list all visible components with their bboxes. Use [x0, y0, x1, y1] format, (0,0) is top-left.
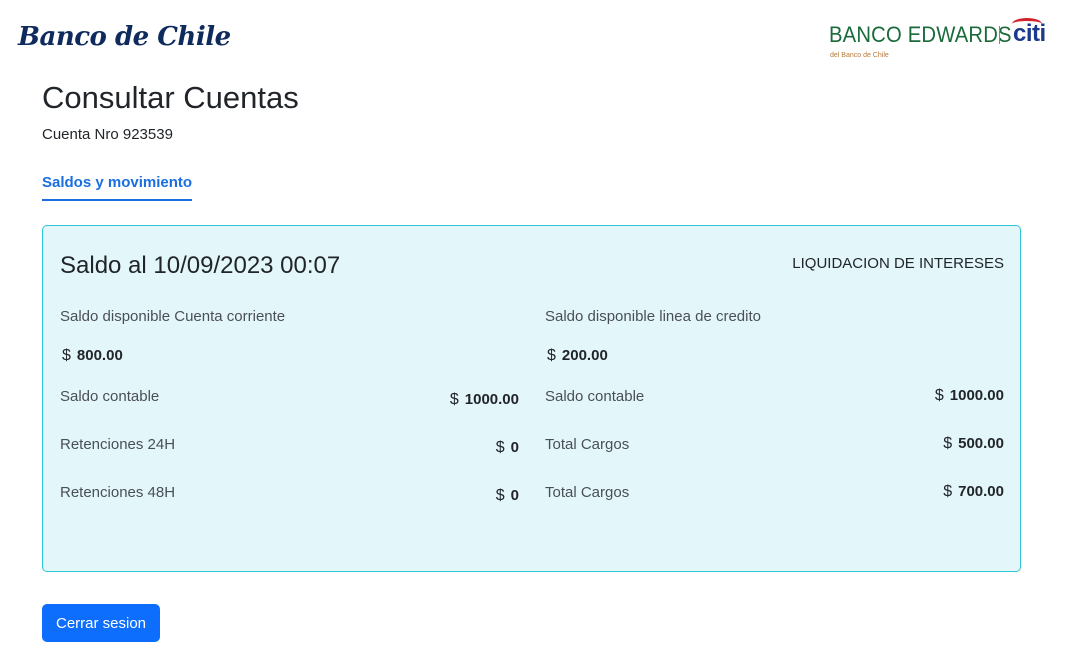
currency-symbol: $ [449, 391, 459, 408]
currency-symbol: $ [547, 347, 556, 364]
citi-wordmark: citi [1013, 20, 1046, 47]
amount-value: 700.00 [958, 483, 1004, 500]
amount-value: 0 [510, 487, 519, 504]
currency-symbol: $ [934, 387, 944, 404]
amount-value: 500.00 [958, 435, 1004, 452]
banco-edwards-citi-logo: BANCO EDWARDS citi del Banco de Chile [829, 18, 1051, 62]
balance-date-title: Saldo al 10/09/2023 00:07 [60, 252, 341, 279]
logo-subtitle: del Banco de Chile [830, 52, 889, 59]
available-credit-label: Saldo disponible linea de credito [545, 308, 761, 325]
right-row-label: Saldo contable [545, 388, 645, 405]
left-row-label: Saldo contable [60, 388, 160, 405]
amount-value: 1000.00 [464, 391, 519, 408]
left-row-amount: $1000.00 [450, 391, 519, 409]
account-number: Cuenta Nro 923539 [42, 126, 173, 143]
right-row-amount: $1000.00 [935, 387, 1004, 405]
available-credit-amount: $200.00 [547, 347, 608, 365]
amount-value: 0 [510, 439, 519, 456]
amount-value: 800.00 [76, 347, 123, 364]
left-row-amount: $0 [496, 487, 519, 505]
amount-value: 1000.00 [949, 387, 1004, 404]
tab-saldos-y-movimiento[interactable]: Saldos y movimiento [42, 174, 193, 201]
logout-button[interactable]: Cerrar sesion [42, 604, 160, 642]
amount-value: 200.00 [561, 347, 608, 364]
right-row-amount: $700.00 [943, 483, 1004, 501]
interest-liquidation-link[interactable]: LIQUIDACION DE INTERESES [792, 255, 1004, 272]
banco-edwards-wordmark: BANCO EDWARDS [829, 22, 1012, 47]
currency-symbol: $ [62, 347, 71, 364]
right-row-amount: $500.00 [943, 435, 1004, 453]
available-checking-label: Saldo disponible Cuenta corriente [60, 308, 286, 325]
currency-symbol: $ [943, 483, 953, 500]
page-title: Consultar Cuentas [42, 80, 299, 115]
left-row-label: Retenciones 24H [60, 436, 176, 453]
right-row-label: Total Cargos [545, 436, 630, 453]
left-row-amount: $0 [496, 439, 519, 457]
banco-de-chile-logo: Banco de Chile [18, 22, 231, 52]
balance-card: Saldo al 10/09/2023 00:07 LIQUIDACION DE… [42, 225, 1021, 572]
available-checking-amount: $800.00 [62, 347, 123, 365]
currency-symbol: $ [495, 439, 505, 456]
left-row-label: Retenciones 48H [60, 484, 176, 501]
currency-symbol: $ [943, 435, 953, 452]
currency-symbol: $ [495, 487, 505, 504]
logo-separator [999, 26, 1000, 44]
right-row-label: Total Cargos [545, 484, 630, 501]
